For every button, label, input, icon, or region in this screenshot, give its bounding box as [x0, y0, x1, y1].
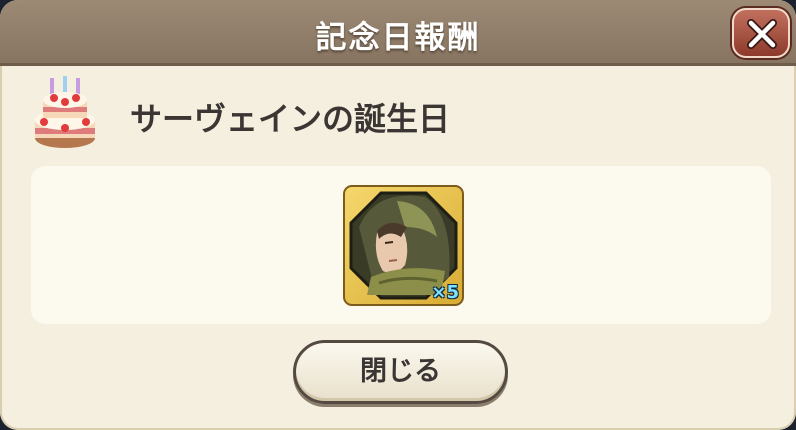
close-dialog-button[interactable]: 閉じる — [293, 340, 508, 404]
close-x-icon — [747, 19, 777, 49]
reward-dialog: 記念日報酬 サーヴェインの誕生日 ×5 閉じる — [0, 0, 796, 430]
close-x-button[interactable] — [732, 8, 790, 58]
dialog-titlebar: 記念日報酬 — [0, 0, 796, 66]
reward-count: ×5 — [431, 282, 459, 303]
reward-item[interactable]: ×5 — [343, 185, 464, 306]
birthday-cake-icon — [35, 76, 95, 148]
event-title: サーヴェインの誕生日 — [130, 100, 451, 138]
dialog-title: 記念日報酬 — [315, 20, 481, 56]
